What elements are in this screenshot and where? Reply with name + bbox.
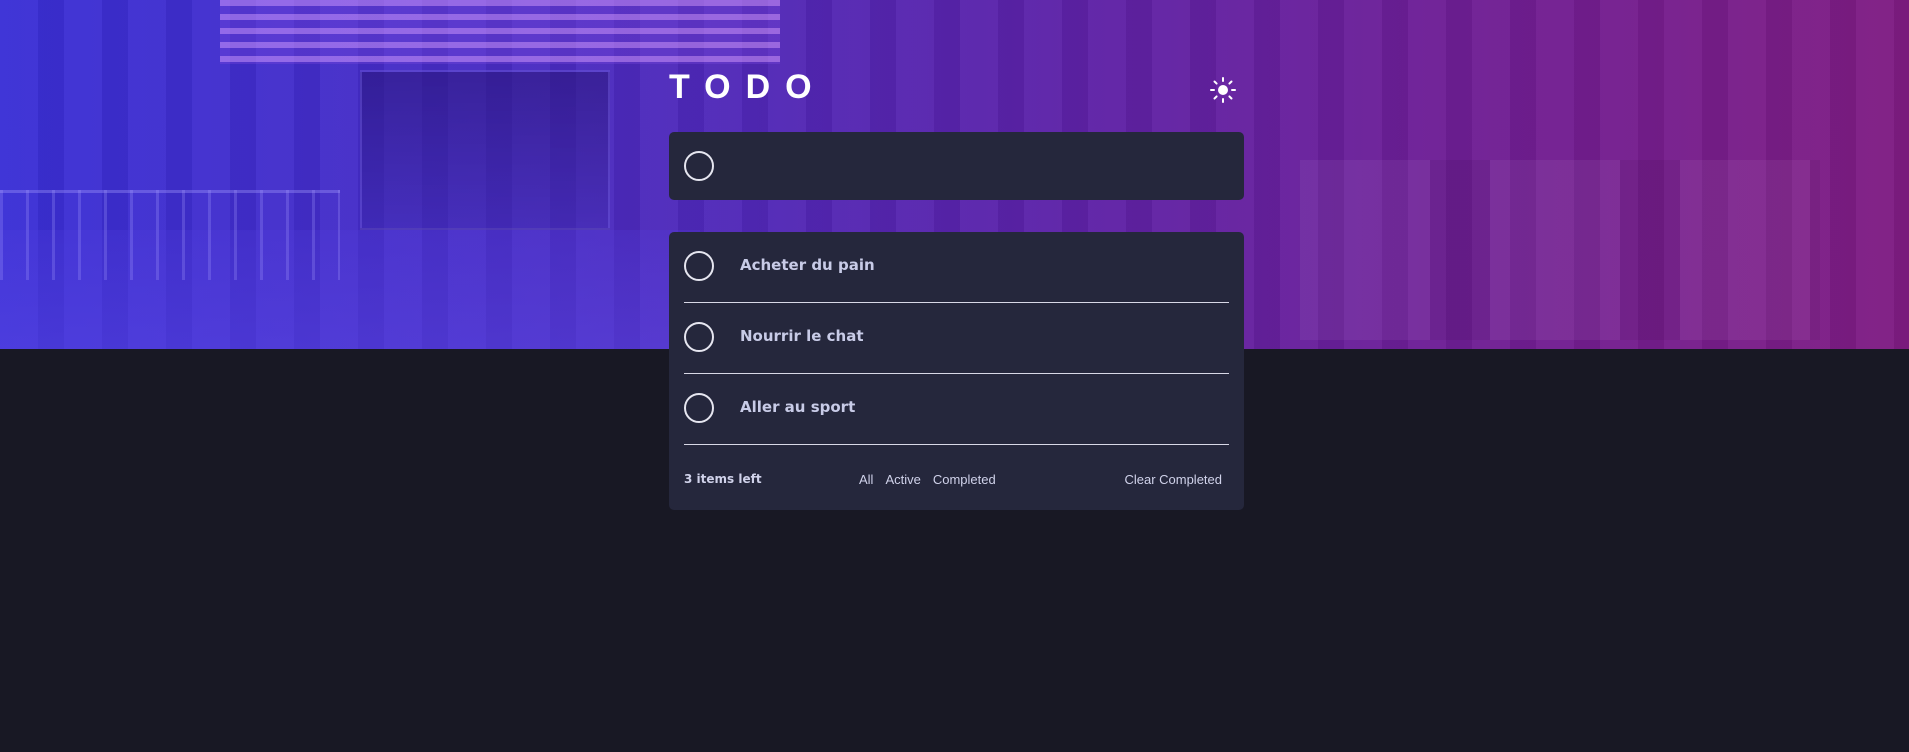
app-header: TODO <box>669 70 1244 104</box>
sun-icon[interactable] <box>1209 76 1237 104</box>
todo-text: Aller au sport <box>740 398 856 416</box>
filter-completed-button[interactable]: Completed <box>933 472 996 487</box>
new-todo-input[interactable] <box>729 146 1229 186</box>
todo-item[interactable]: Aller au sport <box>684 374 1229 445</box>
todo-list: Acheter du pain Nourrir le chat Aller au… <box>669 232 1244 510</box>
todo-check-circle[interactable] <box>684 251 714 281</box>
hero-wall-blocks <box>1300 160 1820 340</box>
items-left-count: 3 items left <box>684 472 762 486</box>
app-title: TODO <box>669 68 827 106</box>
filter-group: All Active Completed <box>859 472 1008 487</box>
todo-item[interactable]: Acheter du pain <box>684 232 1229 303</box>
new-todo-check-circle[interactable] <box>684 151 714 181</box>
hero-railing <box>0 190 340 280</box>
list-footer: 3 items left All Active Completed Clear Co… <box>684 472 1229 496</box>
new-todo-card <box>669 132 1244 200</box>
todo-text: Acheter du pain <box>740 256 875 274</box>
todo-item[interactable]: Nourrir le chat <box>684 303 1229 374</box>
hero-ceiling-lights <box>220 0 780 64</box>
todo-check-circle[interactable] <box>684 322 714 352</box>
hero-doorway <box>360 70 610 230</box>
filter-active-button[interactable]: Active <box>885 472 920 487</box>
filter-all-button[interactable]: All <box>859 472 873 487</box>
todo-check-circle[interactable] <box>684 393 714 423</box>
clear-completed-button[interactable]: Clear Completed <box>1124 472 1222 487</box>
todo-text: Nourrir le chat <box>740 327 864 345</box>
